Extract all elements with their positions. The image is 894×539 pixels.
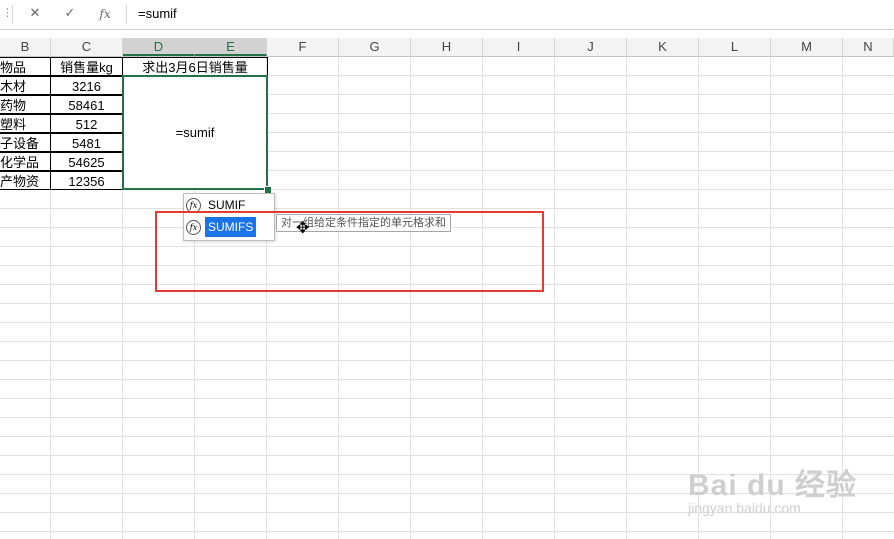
formula-bar: ⋮ ✕ ✓ fx =sumif xyxy=(0,0,894,30)
column-header-h[interactable]: H xyxy=(411,38,483,56)
column-header-m[interactable]: M xyxy=(771,38,843,56)
formula-input[interactable]: =sumif xyxy=(138,6,177,21)
check-icon: ✓ xyxy=(64,6,76,21)
active-merged-cell[interactable]: =sumif xyxy=(122,75,268,190)
fx-icon: fx xyxy=(99,7,111,21)
cell-item[interactable]: 药物 xyxy=(0,95,51,114)
column-header-i[interactable]: I xyxy=(483,38,555,56)
cell-item[interactable]: 子设备 xyxy=(0,133,51,152)
column-header-c[interactable]: C xyxy=(51,38,123,56)
cell-de-header[interactable]: 求出3月6日销售量 xyxy=(122,57,268,76)
cell-qty[interactable]: 12356 xyxy=(50,171,123,190)
insert-function-button[interactable]: fx xyxy=(94,4,116,24)
column-header-k[interactable]: K xyxy=(627,38,699,56)
cell-qty[interactable]: 512 xyxy=(50,114,123,133)
cell-item[interactable]: 化学品 xyxy=(0,152,51,171)
column-header-f[interactable]: F xyxy=(267,38,339,56)
cell-item[interactable]: 木材 xyxy=(0,76,51,95)
enter-button[interactable]: ✓ xyxy=(59,4,81,24)
column-header-g[interactable]: G xyxy=(339,38,411,56)
cell-b-header[interactable]: 物品 xyxy=(0,57,51,76)
cell-item[interactable]: 产物资 xyxy=(0,171,51,190)
column-header-d[interactable]: D xyxy=(123,38,195,56)
column-header-n[interactable]: N xyxy=(843,38,894,56)
watermark: Bai du 经验 jingyan.baidu.com xyxy=(688,460,888,530)
cancel-button[interactable]: ✕ xyxy=(24,4,46,24)
annotation-highlight-box xyxy=(155,211,544,292)
column-header-l[interactable]: L xyxy=(699,38,771,56)
close-icon: ✕ xyxy=(29,6,41,21)
cell-qty[interactable]: 54625 xyxy=(50,152,123,171)
cell-item[interactable]: 塑料 xyxy=(0,114,51,133)
column-header-b[interactable]: B xyxy=(0,38,51,56)
cell-c-header[interactable]: 销售量kg xyxy=(50,57,123,76)
cell-qty[interactable]: 3216 xyxy=(50,76,123,95)
watermark-url: jingyan.baidu.com xyxy=(688,500,801,516)
column-header-j[interactable]: J xyxy=(555,38,627,56)
cell-qty[interactable]: 5481 xyxy=(50,133,123,152)
column-header-e[interactable]: E xyxy=(195,38,267,56)
column-headers: B C D E F G H I J K L M N xyxy=(0,38,894,57)
cell-qty[interactable]: 58461 xyxy=(50,95,123,114)
watermark-brand: Bai du 经验 xyxy=(688,469,858,502)
